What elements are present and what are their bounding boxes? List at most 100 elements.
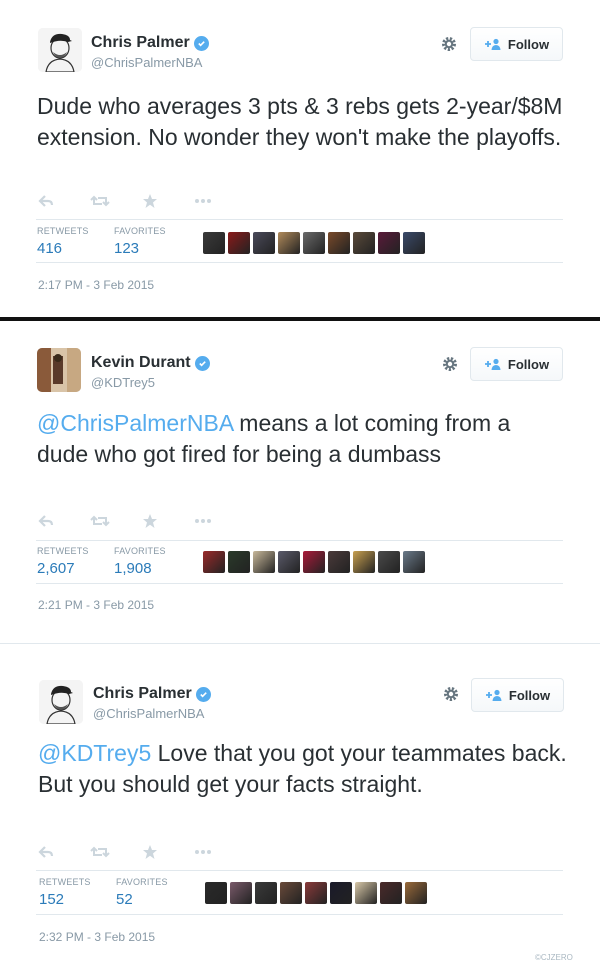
- cartoon-avatar-icon[interactable]: [38, 28, 82, 72]
- favorites-stat[interactable]: FAVORITES 52: [116, 877, 168, 908]
- follow-button[interactable]: Follow: [470, 27, 563, 61]
- favorite-star-icon[interactable]: [142, 844, 194, 860]
- favorites-label: FAVORITES: [116, 877, 168, 887]
- timestamp[interactable]: 2:21 PM - 3 Feb 2015: [38, 598, 154, 612]
- photo-avatar-icon[interactable]: [37, 348, 81, 392]
- author-handle[interactable]: @KDTrey5: [91, 375, 155, 390]
- retweet-icon[interactable]: [90, 513, 142, 529]
- author-handle[interactable]: @ChrisPalmerNBA: [93, 706, 204, 721]
- retweets-label: RETWEETS: [37, 546, 89, 556]
- retweets-count[interactable]: 2,607: [37, 560, 89, 577]
- divider: [36, 583, 563, 584]
- favoriter-avatar[interactable]: [253, 232, 275, 254]
- tweet-text: @KDTrey5 Love that you got your teammate…: [38, 738, 568, 800]
- retweet-icon[interactable]: [90, 193, 142, 209]
- reply-icon[interactable]: [38, 513, 90, 529]
- favoriter-avatar[interactable]: [228, 232, 250, 254]
- tweet-actions: [38, 193, 246, 209]
- follow-button[interactable]: Follow: [471, 678, 564, 712]
- favoriter-avatar[interactable]: [328, 232, 350, 254]
- divider: [36, 262, 563, 263]
- tweet-text: @ChrisPalmerNBA means a lot coming from …: [37, 408, 567, 470]
- favoriter-avatar[interactable]: [280, 882, 302, 904]
- author-handle[interactable]: @ChrisPalmerNBA: [91, 55, 202, 70]
- favoriter-avatars: [203, 232, 425, 254]
- retweets-stat[interactable]: RETWEETS 416: [37, 226, 89, 257]
- retweets-stat[interactable]: RETWEETS 2,607: [37, 546, 89, 577]
- author-name-text[interactable]: Chris Palmer: [91, 34, 190, 52]
- favoriter-avatar[interactable]: [355, 882, 377, 904]
- follow-button[interactable]: Follow: [470, 347, 563, 381]
- author-name[interactable]: Chris Palmer: [91, 34, 209, 52]
- retweets-count[interactable]: 152: [39, 891, 91, 908]
- author-name-text[interactable]: Kevin Durant: [91, 354, 191, 372]
- favoriter-avatar[interactable]: [205, 882, 227, 904]
- favorites-count[interactable]: 52: [116, 891, 168, 908]
- favorites-count[interactable]: 1,908: [114, 560, 166, 577]
- mention-link[interactable]: @ChrisPalmerNBA: [37, 410, 233, 436]
- author-name[interactable]: Chris Palmer: [93, 685, 211, 703]
- tweet-body: Dude who averages 3 pts & 3 rebs gets 2-…: [37, 93, 563, 150]
- mention-link[interactable]: @KDTrey5: [38, 740, 151, 766]
- favoriter-avatar[interactable]: [278, 232, 300, 254]
- favoriter-avatar[interactable]: [403, 551, 425, 573]
- divider: [36, 540, 563, 541]
- favoriter-avatar[interactable]: [378, 232, 400, 254]
- favoriter-avatar[interactable]: [305, 882, 327, 904]
- favorites-stat[interactable]: FAVORITES 123: [114, 226, 166, 257]
- tweet-card-3: Chris Palmer @ChrisPalmerNBA Follow @KDT…: [0, 652, 600, 974]
- more-icon[interactable]: [194, 844, 246, 860]
- favoriter-avatar[interactable]: [228, 551, 250, 573]
- cartoon-avatar-icon[interactable]: [39, 680, 83, 724]
- favoriter-avatar[interactable]: [330, 882, 352, 904]
- more-icon[interactable]: [194, 193, 246, 209]
- gear-icon[interactable]: [441, 355, 459, 373]
- tweet-actions: [38, 513, 246, 529]
- timestamp[interactable]: 2:32 PM - 3 Feb 2015: [39, 930, 155, 944]
- favoriter-avatar[interactable]: [403, 232, 425, 254]
- timestamp[interactable]: 2:17 PM - 3 Feb 2015: [38, 278, 154, 292]
- favorite-star-icon[interactable]: [142, 193, 194, 209]
- retweets-count[interactable]: 416: [37, 240, 89, 257]
- gear-icon[interactable]: [440, 35, 458, 53]
- divider: [36, 219, 563, 220]
- more-icon[interactable]: [194, 513, 246, 529]
- retweet-icon[interactable]: [90, 844, 142, 860]
- favorites-stat[interactable]: FAVORITES 1,908: [114, 546, 166, 577]
- favorites-label: FAVORITES: [114, 546, 166, 556]
- favoriter-avatar[interactable]: [353, 232, 375, 254]
- favoriter-avatar[interactable]: [230, 882, 252, 904]
- favoriter-avatar[interactable]: [303, 232, 325, 254]
- tweet-actions: [38, 844, 246, 860]
- author-name[interactable]: Kevin Durant: [91, 354, 210, 372]
- favoriter-avatar[interactable]: [203, 232, 225, 254]
- favorites-count[interactable]: 123: [114, 240, 166, 257]
- separator: [0, 643, 600, 644]
- follow-user-icon: [484, 358, 501, 370]
- favoriter-avatar[interactable]: [378, 551, 400, 573]
- favorite-star-icon[interactable]: [142, 513, 194, 529]
- favoriter-avatar[interactable]: [328, 551, 350, 573]
- follow-label: Follow: [508, 687, 551, 703]
- author-name-text[interactable]: Chris Palmer: [93, 685, 192, 703]
- gear-icon[interactable]: [442, 685, 460, 703]
- tweet-card-2: Kevin Durant @KDTrey5 Follow @ChrisPalme…: [0, 322, 600, 640]
- favoriter-avatar[interactable]: [405, 882, 427, 904]
- favoriter-avatar[interactable]: [353, 551, 375, 573]
- favoriter-avatar[interactable]: [255, 882, 277, 904]
- favoriter-avatar[interactable]: [203, 551, 225, 573]
- verified-badge-icon: [194, 355, 210, 371]
- favoriter-avatar[interactable]: [303, 551, 325, 573]
- favoriter-avatar[interactable]: [278, 551, 300, 573]
- verified-badge-icon: [193, 35, 209, 51]
- watermark: ©CJZERO: [535, 953, 573, 962]
- favoriter-avatars: [203, 551, 425, 573]
- follow-label: Follow: [507, 36, 550, 52]
- verified-badge-icon: [195, 686, 211, 702]
- reply-icon[interactable]: [38, 193, 90, 209]
- favoriter-avatar[interactable]: [380, 882, 402, 904]
- retweets-stat[interactable]: RETWEETS 152: [39, 877, 91, 908]
- reply-icon[interactable]: [38, 844, 90, 860]
- tweet-card-1: Chris Palmer @ChrisPalmerNBA Follow Dude…: [0, 0, 600, 318]
- favoriter-avatar[interactable]: [253, 551, 275, 573]
